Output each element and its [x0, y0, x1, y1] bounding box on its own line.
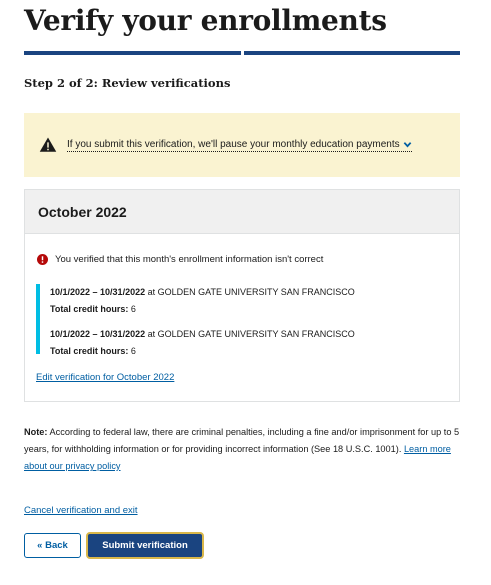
legal-note: Note: According to federal law, there ar…: [24, 424, 464, 475]
back-button[interactable]: « Back: [24, 533, 81, 558]
submit-label: Submit verification: [102, 540, 188, 551]
note-label: Note:: [24, 427, 48, 437]
chevron-down-icon: [403, 141, 411, 147]
step-heading: Step 2 of 2: Review verifications: [24, 76, 231, 90]
enrollment-item: 10/1/2022 – 10/31/2022 at GOLDEN GATE UN…: [50, 284, 446, 318]
enrollment-connector: at: [145, 287, 158, 297]
enrollment-dates: 10/1/2022 – 10/31/2022: [50, 329, 146, 339]
warning-alert: If you submit this verification, we'll p…: [24, 113, 460, 177]
enrollment-school: GOLDEN GATE UNIVERSITY SAN FRANCISCO: [157, 287, 355, 297]
progress-segment-2: [243, 51, 460, 55]
warning-icon: [39, 137, 57, 152]
credit-hours-value: 6: [128, 304, 136, 314]
pause-payments-text: If you submit this verification, we'll p…: [67, 138, 400, 150]
pause-payments-expander[interactable]: If you submit this verification, we'll p…: [67, 139, 412, 152]
page-title: Verify your enrollments: [24, 4, 387, 37]
note-text: According to federal law, there are crim…: [24, 427, 460, 454]
enrollment-connector: at: [145, 329, 158, 339]
edit-verification-link[interactable]: Edit verification for October 2022: [36, 372, 174, 383]
error-text: You verified that this month's enrollmen…: [55, 254, 324, 265]
card-title: October 2022: [38, 203, 127, 220]
credit-hours-label: Total credit hours:: [50, 304, 129, 314]
error-icon: [37, 254, 48, 265]
month-verification-card: October 2022 You verified that this mont…: [24, 189, 460, 402]
verification-error: You verified that this month's enrollmen…: [37, 254, 323, 265]
progress-segment-1: [24, 51, 241, 55]
enrollment-item: 10/1/2022 – 10/31/2022 at GOLDEN GATE UN…: [50, 326, 446, 360]
submit-verification-button[interactable]: Submit verification: [86, 532, 204, 559]
enrollment-dates: 10/1/2022 – 10/31/2022: [50, 287, 146, 297]
cancel-verification-link[interactable]: Cancel verification and exit: [24, 505, 138, 516]
credit-hours-label: Total credit hours:: [50, 346, 129, 356]
card-header: October 2022: [25, 190, 459, 234]
credit-hours-value: 6: [128, 346, 136, 356]
progress-bar: [24, 51, 460, 55]
enrollment-list: 10/1/2022 – 10/31/2022 at GOLDEN GATE UN…: [36, 284, 446, 356]
enrollment-school: GOLDEN GATE UNIVERSITY SAN FRANCISCO: [157, 329, 355, 339]
